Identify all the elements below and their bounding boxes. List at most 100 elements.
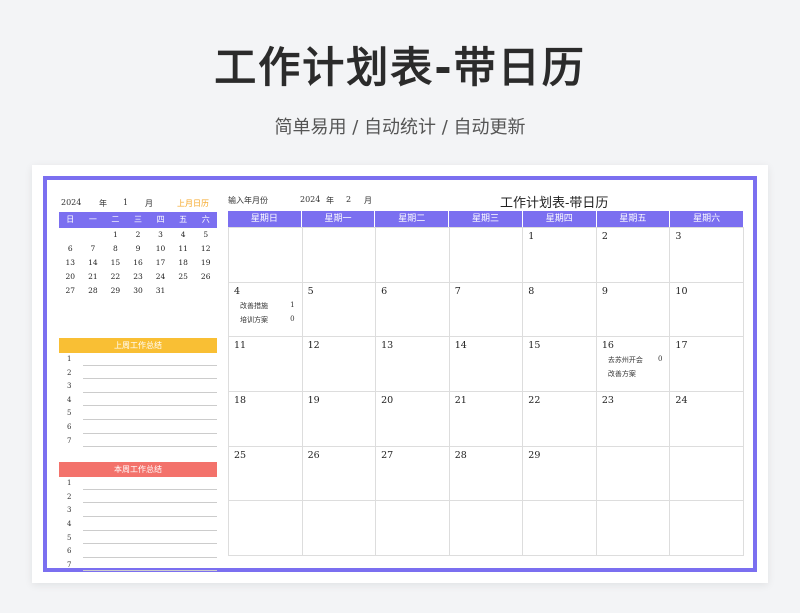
- mini-day: 10: [155, 244, 166, 253]
- calendar-day-cell[interactable]: 16 去苏州开会 0 改善方案: [596, 337, 671, 393]
- calendar-day-cell[interactable]: 4 改善措施 1 培训方案 0: [229, 282, 303, 338]
- page-title: 工作计划表-带日历: [214, 43, 586, 92]
- mini-year: 2024: [61, 198, 82, 207]
- calendar-day-cell[interactable]: [302, 501, 377, 557]
- summary-row-number: 6: [67, 547, 72, 556]
- calendar-day-cell[interactable]: 23: [596, 392, 671, 447]
- calendar-day-cell[interactable]: 10: [670, 282, 744, 338]
- mini-weekday-label: 三: [126, 212, 150, 228]
- day-number: 27: [381, 449, 394, 461]
- calendar-month-unit: 月: [364, 196, 372, 205]
- calendar-day-cell[interactable]: 28: [449, 446, 524, 502]
- task-item: 改善方案: [602, 369, 665, 379]
- calendar-day-cell[interactable]: 9: [596, 282, 671, 338]
- mini-day: 26: [200, 272, 211, 281]
- summary-row-entry[interactable]: [83, 446, 217, 448]
- summary-row-number: 4: [67, 519, 72, 528]
- calendar-day-cell[interactable]: 22: [523, 392, 597, 447]
- day-number: 29: [528, 449, 541, 461]
- calendar-year[interactable]: 2024: [300, 195, 320, 204]
- summary-row-entry[interactable]: [83, 364, 217, 366]
- mini-month-unit: 月: [145, 199, 153, 208]
- summary-row: 3: [59, 380, 217, 394]
- calendar-day-cell[interactable]: 20: [376, 392, 450, 447]
- calendar-day-cell[interactable]: [302, 228, 377, 283]
- summary-row-entry[interactable]: [83, 556, 217, 558]
- day-number: 23: [601, 395, 614, 407]
- summary-row-entry[interactable]: [83, 432, 217, 434]
- calendar-day-cell[interactable]: 26: [302, 446, 377, 502]
- calendar-day-cell[interactable]: 15: [523, 337, 597, 393]
- calendar-day-cell[interactable]: 24: [670, 392, 744, 447]
- calendar-day-cell[interactable]: 6: [376, 282, 450, 338]
- summary-row-entry[interactable]: [83, 378, 217, 380]
- day-number: 20: [381, 395, 394, 407]
- calendar-month[interactable]: 2: [346, 195, 351, 204]
- calendar-day-cell[interactable]: [596, 446, 671, 502]
- summary-row-entry[interactable]: [83, 391, 217, 393]
- calendar-day-cell[interactable]: 1: [523, 228, 597, 283]
- input-month-label: 输入年月份: [228, 196, 268, 205]
- calendar-day-cell[interactable]: [376, 228, 450, 283]
- summary-row-entry[interactable]: [83, 529, 217, 531]
- calendar-day-cell[interactable]: [449, 501, 524, 557]
- weekday-label: 星期一: [301, 211, 376, 227]
- summary-row-entry[interactable]: [83, 543, 217, 545]
- calendar-day-cell[interactable]: 12: [302, 337, 377, 393]
- calendar-day-cell[interactable]: 13: [376, 337, 450, 393]
- task-item: 改善措施 1: [234, 301, 297, 311]
- calendar-day-cell[interactable]: 14: [449, 337, 524, 393]
- calendar-day-cell[interactable]: [376, 501, 450, 557]
- summary-row-entry[interactable]: [83, 570, 217, 572]
- calendar-day-cell[interactable]: [523, 501, 597, 557]
- summary-row: 7: [59, 559, 217, 573]
- summary-row-entry[interactable]: [83, 405, 217, 407]
- mini-day: 27: [65, 286, 76, 295]
- day-number: 25: [234, 449, 247, 461]
- calendar-day-cell[interactable]: [229, 228, 303, 283]
- calendar-day-cell[interactable]: 19: [302, 392, 377, 447]
- mini-day: 11: [178, 244, 188, 253]
- summary-row-entry[interactable]: [83, 488, 217, 490]
- prev-month-button[interactable]: 上月日历: [177, 198, 209, 209]
- summary-row: 5: [59, 532, 217, 546]
- day-number: 24: [675, 395, 688, 407]
- calendar-day-cell[interactable]: 5: [302, 282, 377, 338]
- calendar-year-unit: 年: [326, 196, 334, 205]
- calendar-day-cell[interactable]: 8: [523, 282, 597, 338]
- day-number: 16: [601, 340, 614, 352]
- summary-row-number: 7: [67, 436, 72, 445]
- calendar-day-cell[interactable]: 3: [670, 228, 744, 283]
- summary-row: 1: [59, 353, 217, 367]
- calendar-day-cell[interactable]: 11: [229, 337, 303, 393]
- calendar-day-cell[interactable]: [596, 501, 671, 557]
- summary-row: 6: [59, 545, 217, 559]
- calendar-day-cell[interactable]: 7: [449, 282, 524, 338]
- mini-day: 23: [133, 272, 143, 281]
- calendar-day-cell[interactable]: [229, 501, 303, 557]
- calendar-day-cell[interactable]: 18: [229, 392, 303, 447]
- day-number: 18: [234, 395, 247, 407]
- mini-day: 15: [110, 258, 121, 267]
- calendar-day-cell[interactable]: 27: [376, 446, 450, 502]
- page-subtitle: 简单易用 / 自动统计 / 自动更新: [274, 117, 526, 138]
- mini-day: 29: [110, 286, 121, 295]
- summary-row-number: 5: [67, 533, 72, 542]
- calendar-day-cell[interactable]: [670, 446, 744, 502]
- summary-row: 1: [59, 477, 217, 491]
- day-number: 9: [601, 285, 608, 297]
- work-calendar: 输入年月份 2024 年 2 月 工作计划表-带日历 星期日 星期一 星期二 星期三星…: [228, 190, 744, 557]
- calendar-day-cell[interactable]: [670, 501, 744, 557]
- mini-day: 22: [110, 272, 121, 281]
- calendar-day-cell[interactable]: 2: [596, 228, 671, 283]
- calendar-day-cell[interactable]: [449, 228, 524, 283]
- calendar-day-cell[interactable]: 25: [229, 446, 303, 502]
- calendar-day-cell[interactable]: 29: [523, 446, 597, 502]
- mini-day: 8: [113, 244, 118, 253]
- summary-row-entry[interactable]: [83, 418, 217, 420]
- mini-day: 28: [88, 286, 98, 295]
- calendar-day-cell[interactable]: 17: [670, 337, 744, 393]
- calendar-day-cell[interactable]: 21: [449, 392, 524, 447]
- summary-row-entry[interactable]: [83, 515, 217, 517]
- summary-row-entry[interactable]: [83, 502, 217, 504]
